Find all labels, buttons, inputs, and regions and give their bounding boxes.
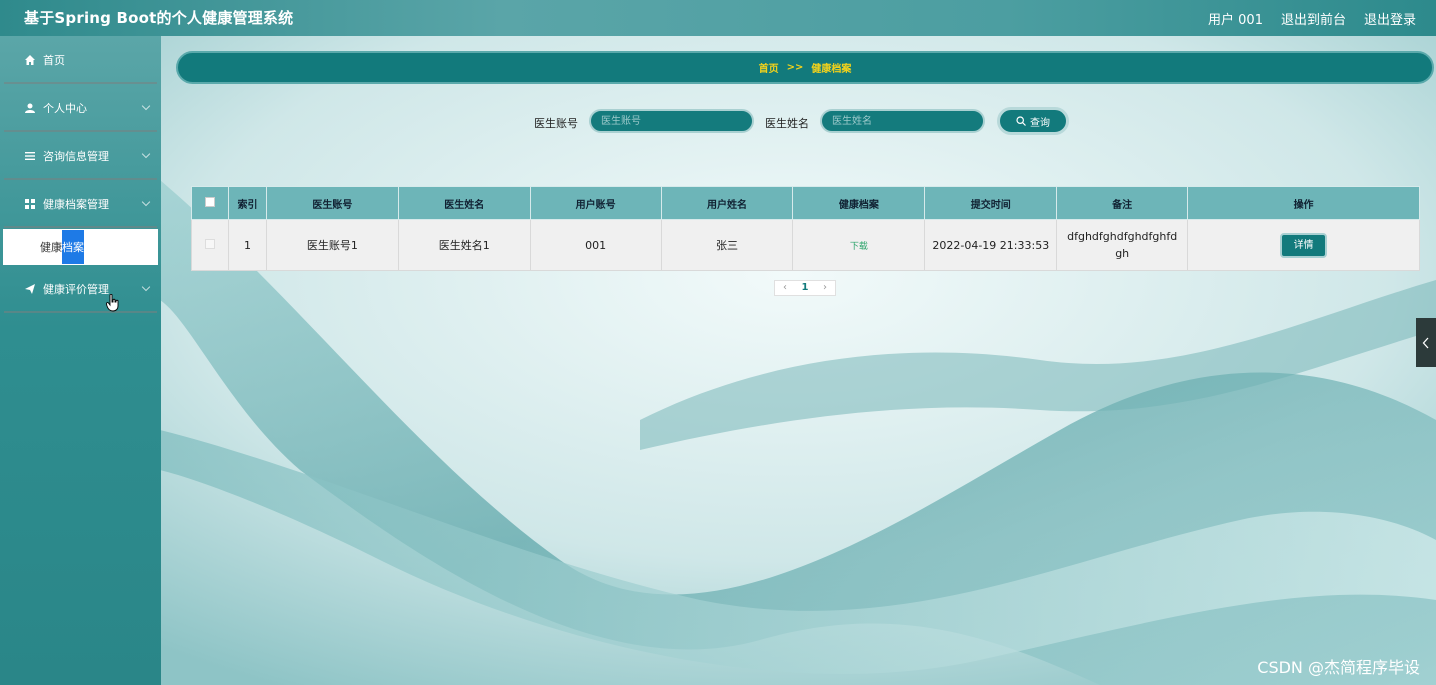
chevron-down-icon: [141, 282, 151, 292]
chevron-left-icon: [1422, 337, 1429, 348]
watermark: CSDN @杰简程序毕设: [1257, 658, 1420, 677]
top-bar: 基于Spring Boot的个人健康管理系统 用户 001 退出到前台 退出登录: [0, 0, 1436, 36]
search-bar: 医生账号 医生姓名 查询: [0, 107, 1436, 137]
column-header: 操作: [1187, 186, 1420, 220]
cell-doctor-name: 医生姓名1: [397, 219, 531, 271]
breadcrumb-home[interactable]: 首页: [759, 60, 779, 75]
breadcrumb-separator: >>: [786, 62, 804, 73]
query-button-label: 查询: [1030, 117, 1050, 129]
column-header: 用户账号: [529, 186, 662, 220]
sidebar-item-label: 健康档案管理: [43, 198, 109, 211]
chevron-down-icon: [141, 149, 151, 159]
prev-page-button[interactable]: ‹: [775, 281, 795, 295]
cell-submit-time: 2022-04-19 21:33:53: [924, 219, 1058, 271]
sidebar: 首页 个人中心 咨询信息管理 健康档案管理 健康 档案 健康评价管理: [0, 36, 161, 685]
breadcrumb: 首页 >> 健康档案: [176, 51, 1434, 84]
doctor-name-label: 医生姓名: [765, 117, 809, 130]
breadcrumb-current: 健康档案: [811, 64, 852, 75]
sidebar-item-personal-center[interactable]: 个人中心: [0, 84, 161, 132]
row-checkbox[interactable]: [204, 238, 215, 249]
column-header: 提交时间: [924, 186, 1058, 220]
back-to-front-link[interactable]: 退出到前台: [1281, 9, 1346, 28]
query-button[interactable]: 查询: [997, 107, 1069, 135]
cell-user-name: 张三: [660, 219, 794, 271]
cell-health-file: 下载: [792, 219, 926, 271]
list-icon: [24, 150, 36, 162]
sidebar-item-home[interactable]: 首页: [0, 36, 161, 84]
sidebar-item-label: 咨询信息管理: [43, 150, 109, 163]
column-header: 医生账号: [265, 186, 399, 220]
user-icon: [24, 102, 36, 114]
grid-icon: [24, 198, 36, 210]
chevron-down-icon: [141, 101, 151, 111]
column-header: 医生姓名: [397, 186, 531, 220]
search-icon: [1016, 116, 1026, 126]
page-number[interactable]: 1: [795, 281, 815, 295]
sidebar-item-label: 首页: [43, 54, 65, 67]
select-all-header: [191, 186, 229, 220]
doctor-name-input[interactable]: [820, 109, 985, 133]
sidebar-item-label: 健康评价管理: [43, 283, 109, 296]
table-row: 1 医生账号1 医生姓名1 001 张三 下载 2022-04-19 21:33…: [191, 219, 1420, 271]
cell-action: 详情: [1187, 219, 1420, 271]
column-header: 索引: [227, 186, 267, 220]
background-image: [0, 0, 1436, 685]
column-header: 用户姓名: [660, 186, 794, 220]
column-header: 健康档案: [792, 186, 926, 220]
top-bar-actions: 用户 001 退出到前台 退出登录: [1208, 9, 1416, 28]
home-icon: [24, 54, 36, 66]
pagination: ‹ 1 ›: [774, 280, 836, 296]
submenu-item-health-file[interactable]: 健康 档案: [3, 229, 158, 265]
chevron-down-icon: [141, 197, 151, 207]
submenu-label-part1: 健康: [40, 241, 62, 254]
select-all-checkbox[interactable]: [204, 196, 215, 207]
row-select-cell: [191, 219, 229, 271]
column-header: 备注: [1056, 186, 1189, 220]
cell-index: 1: [227, 219, 267, 271]
current-user: 用户 001: [1208, 13, 1263, 28]
health-file-table: 索引 医生账号 医生姓名 用户账号 用户姓名 健康档案 提交时间 备注 操作 1…: [191, 186, 1420, 271]
sidebar-item-consult-manage[interactable]: 咨询信息管理: [0, 132, 161, 180]
sidebar-item-health-eval-manage[interactable]: 健康评价管理: [0, 265, 161, 313]
send-icon: [24, 283, 36, 295]
hand-cursor-icon: [106, 294, 119, 312]
doctor-account-input[interactable]: [589, 109, 754, 133]
cell-doctor-account: 医生账号1: [265, 219, 399, 271]
collapse-panel-button[interactable]: [1416, 318, 1436, 367]
remark-text: dfghdfghdfghdfghfdgh: [1067, 230, 1178, 260]
cell-user-account: 001: [529, 219, 662, 271]
doctor-account-label: 医生账号: [534, 117, 578, 130]
submenu-label-highlight: 档案: [62, 230, 84, 264]
next-page-button[interactable]: ›: [815, 281, 835, 295]
table-header-row: 索引 医生账号 医生姓名 用户账号 用户姓名 健康档案 提交时间 备注 操作: [191, 186, 1420, 220]
sidebar-item-label: 个人中心: [43, 102, 87, 115]
cell-remark: dfghdfghdfghdfghfdgh: [1056, 219, 1189, 271]
sidebar-item-health-file-manage[interactable]: 健康档案管理: [0, 180, 161, 228]
logout-link[interactable]: 退出登录: [1364, 9, 1416, 28]
download-link[interactable]: 下载: [850, 242, 868, 252]
app-title: 基于Spring Boot的个人健康管理系统: [24, 9, 294, 27]
detail-button[interactable]: 详情: [1280, 232, 1328, 258]
